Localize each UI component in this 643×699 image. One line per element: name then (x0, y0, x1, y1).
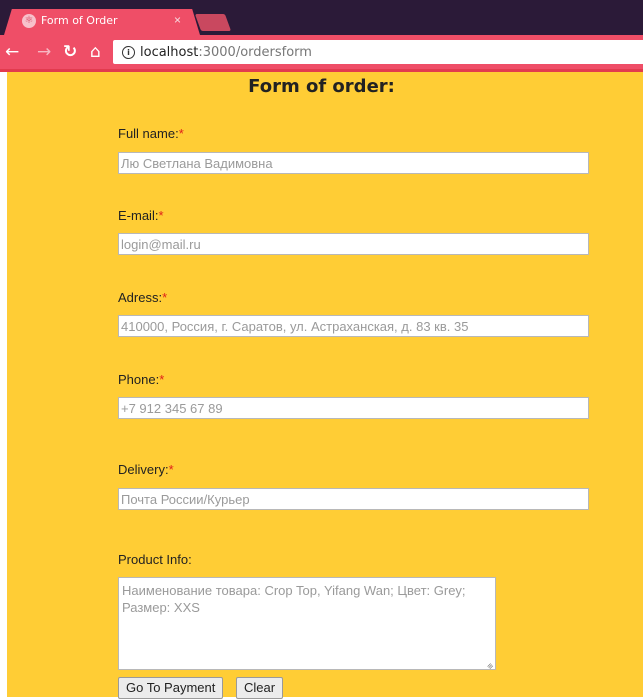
product-info-label: Product Info: (118, 552, 192, 567)
delivery-label-text: Delivery: (118, 462, 169, 477)
full-name-input[interactable]: Лю Светлана Вадимовна (118, 152, 589, 174)
address-label-text: Adress: (118, 290, 163, 305)
required-mark: * (159, 372, 165, 387)
forward-icon[interactable]: → (37, 41, 51, 63)
delivery-label: Delivery:* (118, 462, 174, 477)
url-text[interactable]: localhost:3000/ordersform (140, 45, 312, 60)
address-label: Adress:* (118, 290, 167, 305)
url-path: :3000/ordersform (198, 45, 312, 60)
email-label: E-mail:* (118, 208, 164, 223)
reload-icon[interactable]: ↻ (63, 41, 77, 63)
phone-input[interactable]: +7 912 345 67 89 (118, 397, 589, 419)
url-host: localhost (140, 45, 199, 60)
phone-label-text: Phone: (118, 372, 160, 387)
product-info-textarea[interactable]: Наименование товара: Crop Top, Yifang Wa… (118, 577, 496, 670)
email-label-text: E-mail: (118, 208, 159, 223)
info-icon[interactable]: i (122, 46, 135, 59)
required-mark: * (158, 208, 164, 223)
required-mark: * (162, 290, 168, 305)
react-favicon-icon: ⚛ (22, 14, 36, 28)
clear-button[interactable]: Clear (236, 677, 284, 699)
close-tab-icon[interactable]: × (174, 13, 181, 27)
home-icon[interactable]: ⌂ (90, 41, 101, 63)
required-mark: * (178, 126, 184, 141)
tab-title: Form of Order (41, 14, 118, 27)
email-input[interactable]: login@mail.ru (118, 233, 589, 255)
required-mark: * (168, 462, 174, 477)
new-tab-button[interactable] (194, 14, 232, 31)
go-to-payment-button[interactable]: Go To Payment (118, 677, 224, 699)
phone-label: Phone:* (118, 372, 164, 387)
address-input[interactable]: 410000, Россия, г. Саратов, ул. Астрахан… (118, 315, 589, 337)
form-title: Form of order: (248, 76, 395, 97)
full-name-label: Full name:* (118, 126, 184, 141)
back-icon[interactable]: ← (5, 41, 19, 63)
full-name-label-text: Full name: (118, 126, 179, 141)
delivery-input[interactable]: Почта России/Курьер (118, 488, 589, 510)
